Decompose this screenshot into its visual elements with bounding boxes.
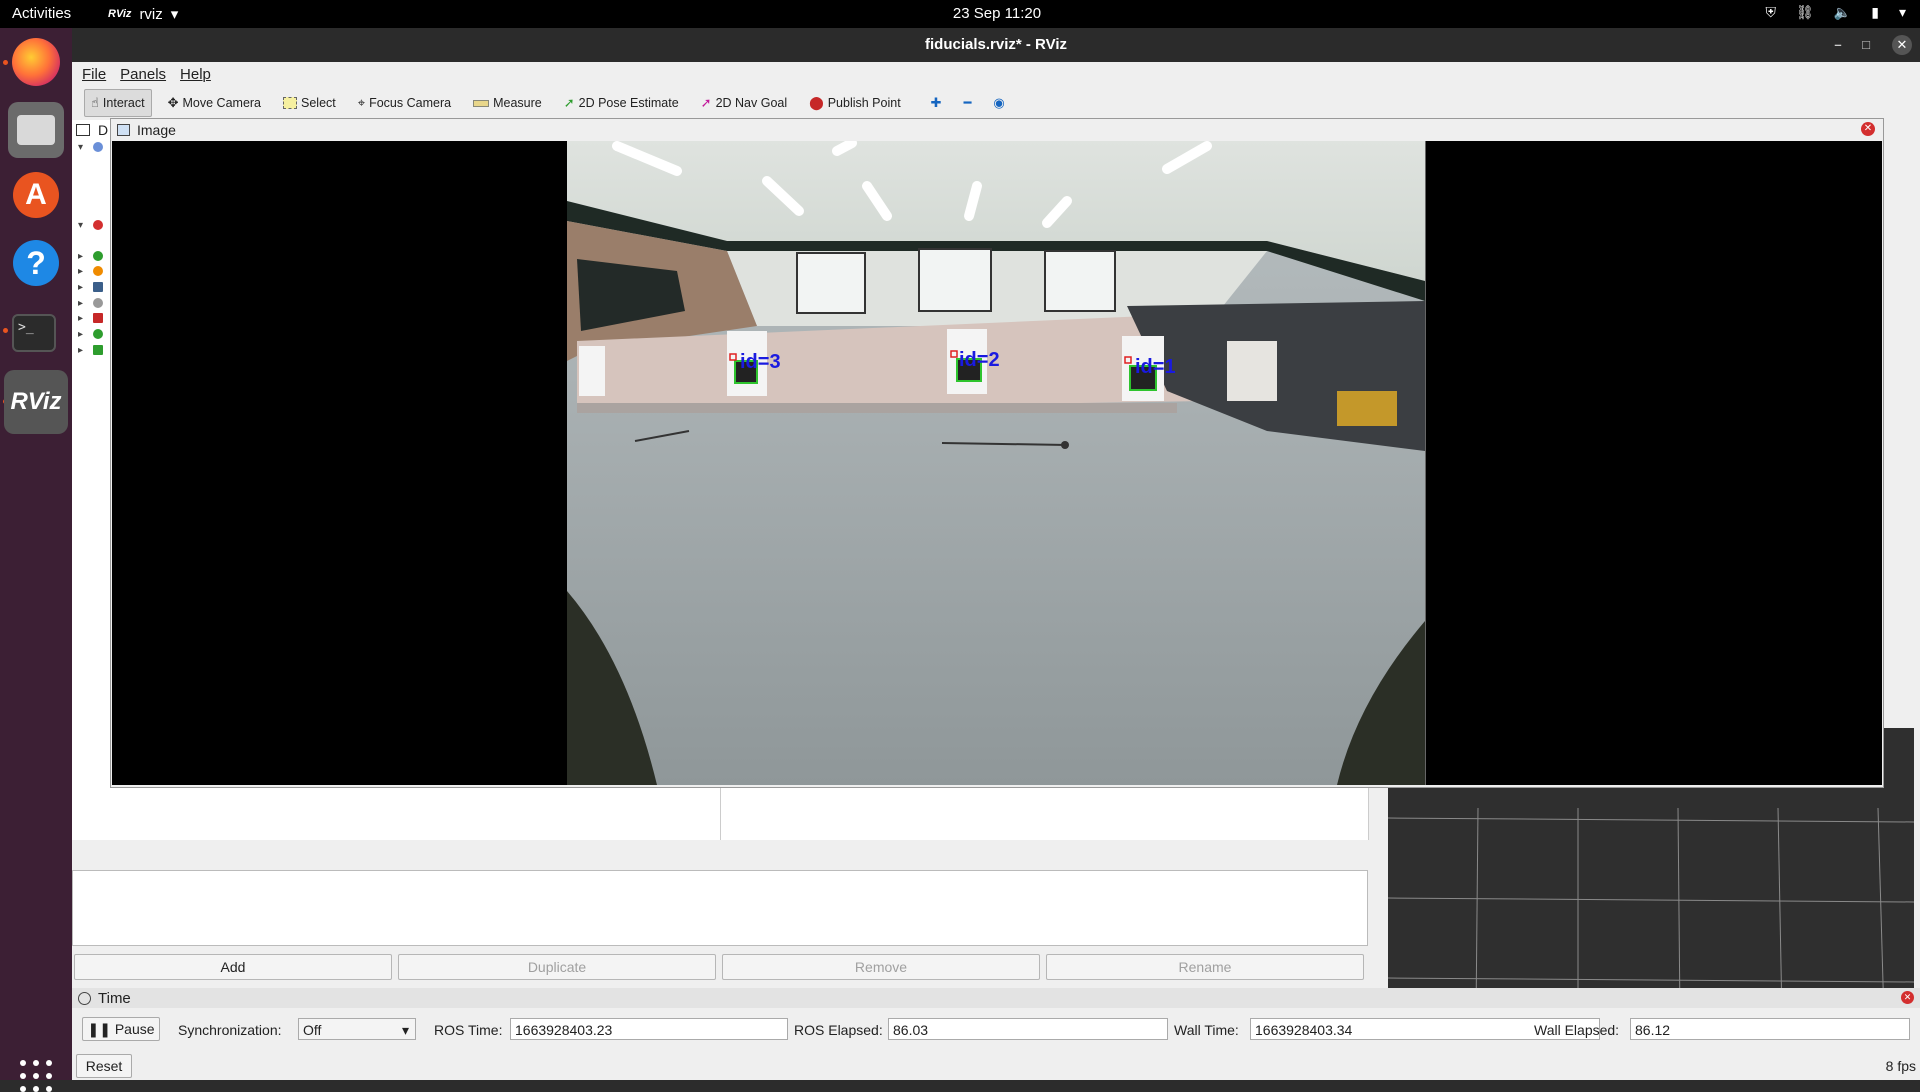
minimize-icon[interactable]: –: [1828, 35, 1848, 55]
pause-icon: ❚❚: [87, 1021, 111, 1037]
map-pin-icon: ⬤: [809, 95, 824, 110]
menu-bar: File Panels Help: [72, 62, 1920, 86]
fiducial-label-2: id=2: [959, 349, 1000, 371]
ros-time-label: ROS Time:: [434, 1022, 503, 1038]
running-indicator: [3, 328, 8, 333]
pose-estimate-tool-button[interactable]: ➚ 2D Pose Estimate: [558, 90, 685, 116]
minus-icon: ━: [963, 95, 972, 110]
camera-frame-svg: [567, 141, 1425, 785]
maximize-icon[interactable]: □: [1856, 35, 1876, 55]
remove-tool-button[interactable]: ━: [958, 90, 978, 116]
dock: A ? >_ RViz: [0, 28, 72, 1092]
tool-bar: ☝ Interact ✥ Move Camera Select ⌖ Focus …: [72, 86, 1920, 120]
show-apps-icon[interactable]: [20, 1060, 52, 1092]
fiducial-label-1: id=1: [1135, 356, 1176, 378]
time-panel-title: Time: [98, 990, 131, 1007]
pause-button[interactable]: ❚❚ Pause: [82, 1017, 160, 1041]
reset-button[interactable]: Reset: [76, 1054, 132, 1078]
measure-tool-button[interactable]: Measure: [467, 90, 548, 116]
move-camera-tool-button[interactable]: ✥ Move Camera: [162, 90, 267, 116]
image-divider: [1425, 141, 1426, 785]
measure-label: Measure: [493, 96, 542, 110]
duplicate-display-button[interactable]: Duplicate: [398, 954, 716, 980]
nav-goal-tool-button[interactable]: ➚ 2D Nav Goal: [695, 90, 793, 116]
rename-display-button[interactable]: Rename: [1046, 954, 1364, 980]
rviz-dock-icon[interactable]: RViz: [4, 370, 68, 434]
fiducial-label-3: id=3: [740, 351, 781, 373]
add-display-button[interactable]: Add: [74, 954, 392, 980]
add-tool-button[interactable]: ✚: [925, 90, 948, 116]
close-icon[interactable]: ✕: [1901, 991, 1914, 1004]
publish-point-tool-button[interactable]: ⬤ Publish Point: [803, 90, 907, 116]
move-camera-label: Move Camera: [182, 96, 262, 110]
help-icon[interactable]: ?: [13, 240, 59, 286]
interact-tool-button[interactable]: ☝ Interact: [84, 89, 152, 117]
sync-value: Off: [303, 1022, 322, 1038]
menu-panels[interactable]: Panels: [120, 66, 166, 83]
interact-label: Interact: [102, 96, 145, 110]
terminal-icon[interactable]: >_: [12, 314, 56, 352]
chevron-down-icon[interactable]: ▾: [1899, 4, 1906, 21]
nav-goal-label: 2D Nav Goal: [715, 96, 788, 110]
focus-camera-label: Focus Camera: [369, 96, 452, 110]
property-description-box: [72, 870, 1368, 946]
pose-estimate-label: 2D Pose Estimate: [578, 96, 679, 110]
image-panel-header[interactable]: Image ✕: [111, 119, 1883, 141]
monitor-icon: [76, 124, 90, 136]
fps-readout: 8 fps: [1885, 1058, 1916, 1074]
network-icon[interactable]: ⛓: [1796, 4, 1814, 21]
image-icon: [117, 124, 130, 136]
pink-arrow-icon: ➚: [700, 95, 712, 110]
files-icon[interactable]: [8, 102, 64, 158]
ros-time-field[interactable]: 1663928403.23: [510, 1018, 788, 1040]
publish-point-label: Publish Point: [827, 96, 901, 110]
focus-camera-tool-button[interactable]: ⌖ Focus Camera: [352, 90, 457, 116]
image-view: id=3 id=2 id=1: [112, 141, 1882, 785]
crosshair-icon: ⌖: [357, 95, 366, 110]
volume-icon[interactable]: 🔈: [1834, 4, 1851, 21]
top-bar: Activities RViz rviz ▾ 23 Sep 11:20 ⛨ ⛓ …: [0, 0, 1920, 28]
menu-file[interactable]: File: [82, 66, 106, 83]
eye-icon: ◉: [993, 95, 1005, 110]
window-titlebar[interactable]: fiducials.rviz* - RViz – □ ✕: [72, 28, 1920, 62]
window-title: fiducials.rviz* - RViz: [925, 36, 1067, 53]
ros-elapsed-label: ROS Elapsed:: [794, 1022, 883, 1038]
sync-select[interactable]: Off ▾: [298, 1018, 416, 1040]
close-icon[interactable]: ✕: [1892, 35, 1912, 55]
selection-box-icon: [283, 97, 298, 109]
firefox-icon[interactable]: [12, 38, 60, 86]
battery-icon[interactable]: ▮: [1871, 4, 1879, 21]
displays-header-fragment: D: [98, 122, 109, 138]
close-icon[interactable]: ✕: [1861, 122, 1875, 136]
software-store-icon[interactable]: A: [13, 172, 59, 218]
image-panel[interactable]: Image ✕ id=3 id=2 id=1: [110, 118, 1884, 788]
camera-image: id=3 id=2 id=1: [567, 141, 1425, 785]
image-panel-title: Image: [137, 122, 176, 138]
clock-icon: [78, 992, 91, 1005]
time-panel-header: Time ✕: [72, 988, 1920, 1008]
time-panel: Time ✕ ❚❚ Pause Synchronization: Off ▾ R…: [72, 988, 1920, 1080]
shield-icon[interactable]: ⛨: [1766, 4, 1777, 21]
wall-elapsed-field[interactable]: 86.12: [1630, 1018, 1910, 1040]
ruler-icon: [473, 99, 490, 107]
clock[interactable]: 23 Sep 11:20: [0, 5, 1920, 22]
menu-help[interactable]: Help: [180, 66, 211, 83]
pause-label: Pause: [114, 1021, 155, 1037]
view-tools-button[interactable]: ◉: [987, 90, 1010, 116]
select-tool-button[interactable]: Select: [277, 90, 342, 116]
running-indicator: [3, 60, 8, 65]
hand-pointer-icon: ☝: [91, 95, 99, 110]
sync-label: Synchronization:: [178, 1022, 282, 1038]
chevron-down-icon: ▾: [401, 1022, 409, 1038]
select-label: Select: [301, 96, 336, 110]
green-arrow-icon: ➚: [563, 95, 575, 110]
system-tray[interactable]: ⛨ ⛓ 🔈 ▮ ▾: [1766, 4, 1906, 21]
wall-time-label: Wall Time:: [1174, 1022, 1239, 1038]
move-arrows-icon: ✥: [167, 95, 179, 110]
remove-display-button[interactable]: Remove: [722, 954, 1040, 980]
wall-elapsed-label: Wall Elapsed:: [1534, 1022, 1620, 1038]
ros-elapsed-field[interactable]: 86.03: [888, 1018, 1168, 1040]
plus-icon: ✚: [930, 95, 942, 110]
